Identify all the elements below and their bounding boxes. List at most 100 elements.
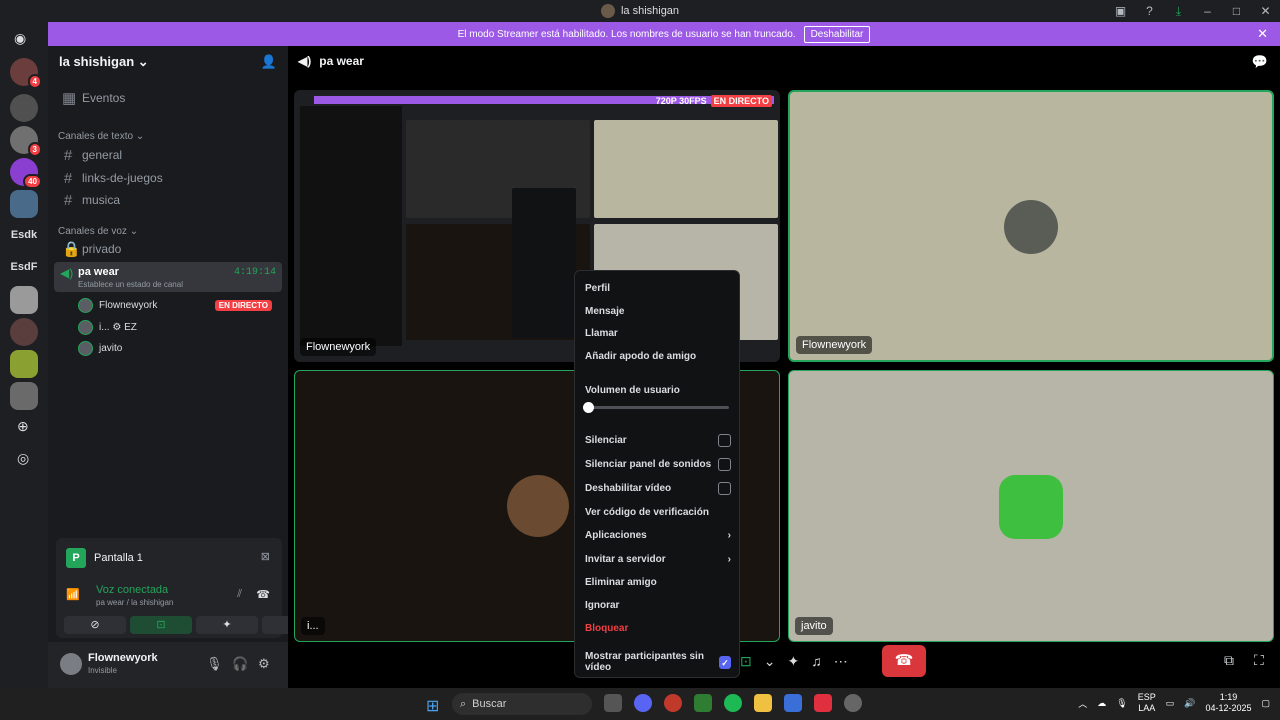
channel-privado[interactable]: 🔒 privado [54,238,282,260]
server-icon[interactable]: 3 [10,126,42,157]
microphone-icon[interactable]: 🎙 [206,656,223,672]
participant-tile[interactable]: javito [788,370,1274,642]
events-item[interactable]: ▦ Eventos [54,87,282,109]
notification-icon[interactable]: ▢ [1261,698,1270,709]
channel-general[interactable]: # general [54,144,282,166]
app-icon[interactable] [814,694,832,712]
server-icon[interactable] [10,350,38,378]
channel-status[interactable]: Establece un estado de canal [78,280,183,289]
volume-slider[interactable] [583,402,729,413]
app-icon[interactable] [694,694,712,712]
menu-item-ignore[interactable]: Ignorar [585,595,731,615]
volume-icon[interactable]: 🔊 [1184,698,1195,709]
menu-item-remove-friend[interactable]: Eliminar amigo [585,572,731,592]
checkbox[interactable] [718,433,731,447]
popout-icon[interactable]: ⧉ [1224,652,1234,669]
menu-item-mute-soundboard[interactable]: Silenciar panel de sonidos [585,454,731,474]
discover-icon[interactable]: ◎ [17,450,29,467]
taskbar-search[interactable]: ⌕ Buscar [452,693,592,715]
windows-start-icon[interactable]: ⊞ [426,696,439,716]
download-icon[interactable]: ⤓ [1164,4,1193,19]
menu-item-nickname[interactable]: Añadir apodo de amigo [585,346,731,366]
clock[interactable]: 1:19 04-12-2025 [1205,692,1251,714]
discord-home-icon[interactable]: ◉ [14,30,26,47]
gear-icon[interactable]: ⚙ [258,656,270,672]
voice-user[interactable]: Flownewyork EN DIRECTO [78,295,278,315]
stop-stream-icon[interactable]: ⊠ [261,550,270,563]
store-icon[interactable] [784,694,802,712]
help-icon[interactable]: ? [1135,4,1164,18]
menu-item-verification[interactable]: Ver código de verificación [585,502,731,522]
voice-user[interactable]: i... ⚙ EZ [78,317,278,337]
chevron-down-icon[interactable]: ⌄ [764,653,776,670]
headphones-icon[interactable]: 🎧 [232,656,248,672]
screen-share-button[interactable]: ⊡ [130,616,192,634]
menu-item-profile[interactable]: Perfil [585,278,731,298]
voice-user-name: javito [99,342,123,354]
activities-button[interactable]: ✦ [196,616,258,634]
menu-item-show-no-video[interactable]: Mostrar participantes sin vídeo ✓ [585,651,731,673]
server-icon[interactable] [10,382,38,410]
chevron-up-icon[interactable]: ︿ [1078,697,1087,710]
volume-knob[interactable] [583,402,594,413]
participant-tile[interactable]: Flownewyork [788,90,1274,362]
server-icon[interactable]: 4 [10,58,42,89]
server-icon[interactable] [10,94,38,122]
server-text-icon[interactable]: Esdk [6,229,42,241]
fullscreen-icon[interactable]: ⛶ [1254,652,1264,669]
menu-item-invite[interactable]: Invitar a servidor › [585,549,731,569]
disconnect-icon[interactable]: ☎ [256,588,270,601]
server-text-icon[interactable]: EsdF [6,261,42,273]
avatar[interactable] [60,653,82,675]
screen-share-icon[interactable]: ⊡ [740,653,752,670]
task-view-icon[interactable] [604,694,622,712]
channel-musica[interactable]: # musica [54,189,282,211]
checkbox[interactable] [718,457,731,471]
chat-icon[interactable]: 💬 [1252,54,1268,70]
checkbox[interactable] [718,481,731,495]
menu-item-mute[interactable]: Silenciar [585,430,731,450]
channel-links[interactable]: # links-de-juegos [54,167,282,189]
disconnect-button[interactable]: ☎ [882,645,926,677]
app-icon[interactable] [844,694,862,712]
cloud-icon[interactable]: ☁ [1097,698,1106,709]
discord-icon[interactable] [634,694,652,712]
add-member-icon[interactable]: 👤 [261,54,277,70]
close-window-button[interactable]: ✕ [1251,4,1280,18]
menu-item-message[interactable]: Mensaje [585,301,731,321]
activities-icon[interactable]: ✦ [787,653,799,670]
server-icon[interactable] [10,190,38,218]
voice-channel-active[interactable]: ◀) pa wear 4:19:14 Establece un estado d… [54,262,282,292]
opera-icon[interactable] [664,694,682,712]
add-server-icon[interactable]: ⊕ [17,418,29,435]
close-icon[interactable]: ✕ [1257,26,1268,42]
server-icon[interactable] [10,318,38,346]
menu-item-disable-video[interactable]: Deshabilitar vídeo [585,478,731,498]
network-icon[interactable]: ▭ [1166,698,1175,709]
disable-streamer-button[interactable]: Deshabilitar [803,25,871,43]
text-category[interactable]: Canales de texto ⌄ [58,131,144,142]
screen-share-info[interactable]: P Pantalla 1 [66,548,143,568]
avatar [78,319,93,335]
noise-suppression-icon[interactable]: ⫽ [237,588,242,601]
minimize-button[interactable]: – [1193,4,1222,18]
soundboard-icon[interactable]: ♫ [811,653,822,669]
inbox-icon[interactable]: ▣ [1106,4,1135,18]
server-icon[interactable] [10,286,38,314]
microphone-icon[interactable]: 🎙 [1116,698,1127,709]
server-icon[interactable]: 40 [10,158,42,189]
voice-connected-label[interactable]: Voz conectada [96,584,168,596]
more-icon[interactable]: ⋯ [834,653,848,670]
server-header[interactable]: la shishigan ⌄ 👤 [48,46,288,78]
folder-icon[interactable] [754,694,772,712]
spotify-icon[interactable] [724,694,742,712]
menu-item-block[interactable]: Bloquear [585,618,731,638]
menu-item-apps[interactable]: Aplicaciones › [585,525,731,545]
menu-item-call[interactable]: Llamar [585,323,731,343]
maximize-button[interactable]: □ [1222,4,1251,18]
voice-category[interactable]: Canales de voz ⌄ [58,226,138,237]
camera-off-button[interactable]: ⊘ [64,616,126,634]
voice-user[interactable]: javito [78,338,278,358]
checkbox[interactable]: ✓ [719,655,731,669]
language-indicator[interactable]: ESP LAA [1138,692,1156,714]
